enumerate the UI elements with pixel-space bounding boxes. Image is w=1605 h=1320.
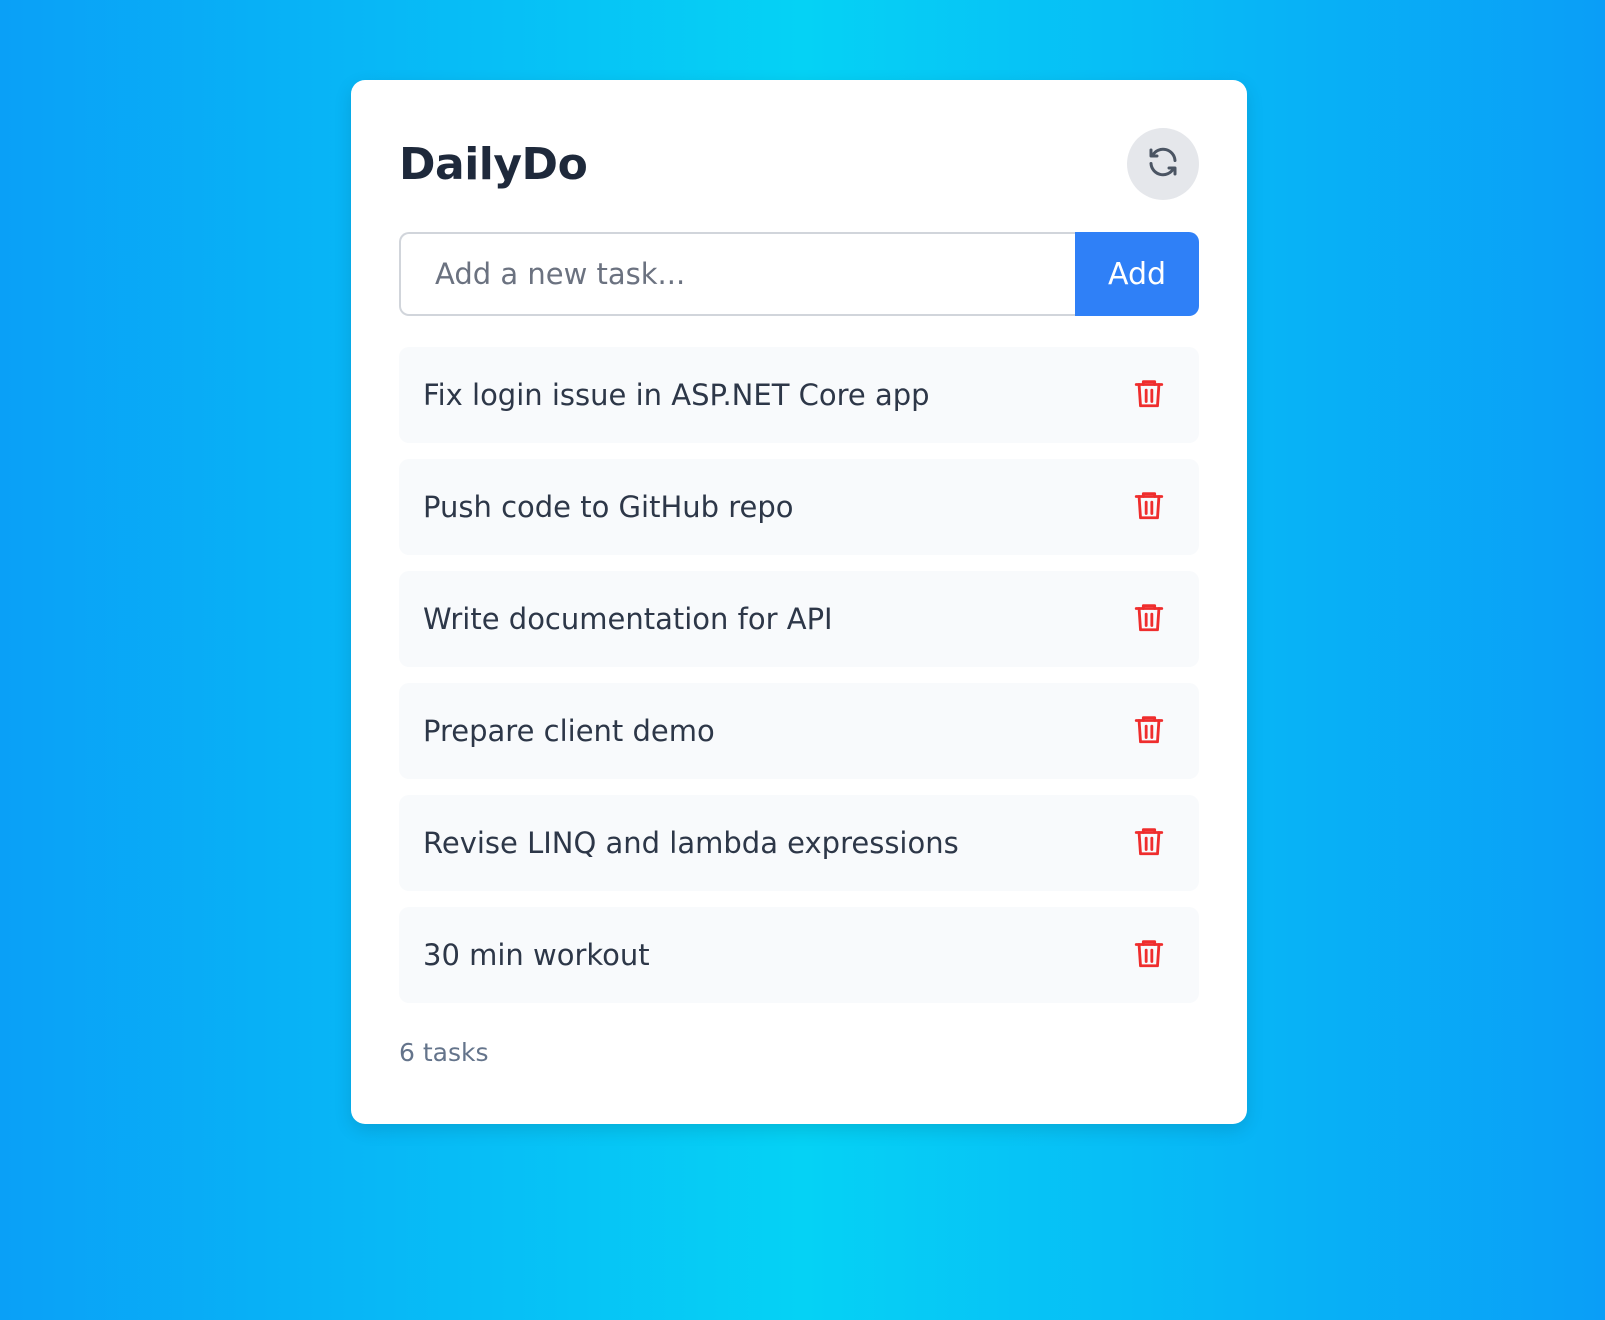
trash-icon xyxy=(1132,376,1166,414)
delete-task-button[interactable] xyxy=(1129,711,1169,751)
delete-task-button[interactable] xyxy=(1129,823,1169,863)
task-item: Write documentation for API xyxy=(399,571,1199,667)
delete-task-button[interactable] xyxy=(1129,935,1169,975)
todo-card: DailyDo Add Fix login issue in ASP.NET C… xyxy=(351,80,1247,1124)
task-text: Write documentation for API xyxy=(423,602,833,636)
task-item: 30 min workout xyxy=(399,907,1199,1003)
task-item: Prepare client demo xyxy=(399,683,1199,779)
trash-icon xyxy=(1132,936,1166,974)
trash-icon xyxy=(1132,824,1166,862)
task-text: Fix login issue in ASP.NET Core app xyxy=(423,378,930,412)
card-header: DailyDo xyxy=(399,128,1199,200)
refresh-icon xyxy=(1145,144,1181,184)
add-task-form: Add xyxy=(399,232,1199,316)
task-item: Fix login issue in ASP.NET Core app xyxy=(399,347,1199,443)
task-item: Revise LINQ and lambda expressions xyxy=(399,795,1199,891)
task-text: Prepare client demo xyxy=(423,714,715,748)
task-text: Push code to GitHub repo xyxy=(423,490,794,524)
task-list: Fix login issue in ASP.NET Core app Push… xyxy=(399,347,1199,1019)
trash-icon xyxy=(1132,712,1166,750)
new-task-input[interactable] xyxy=(399,232,1075,316)
trash-icon xyxy=(1132,600,1166,638)
task-text: 30 min workout xyxy=(423,938,650,972)
delete-task-button[interactable] xyxy=(1129,487,1169,527)
refresh-button[interactable] xyxy=(1127,128,1199,200)
task-item: Push code to GitHub repo xyxy=(399,459,1199,555)
delete-task-button[interactable] xyxy=(1129,599,1169,639)
delete-task-button[interactable] xyxy=(1129,375,1169,415)
app-title: DailyDo xyxy=(399,138,588,190)
task-text: Revise LINQ and lambda expressions xyxy=(423,826,959,860)
trash-icon xyxy=(1132,488,1166,526)
add-button[interactable]: Add xyxy=(1075,232,1199,316)
task-count: 6 tasks xyxy=(399,1038,489,1067)
